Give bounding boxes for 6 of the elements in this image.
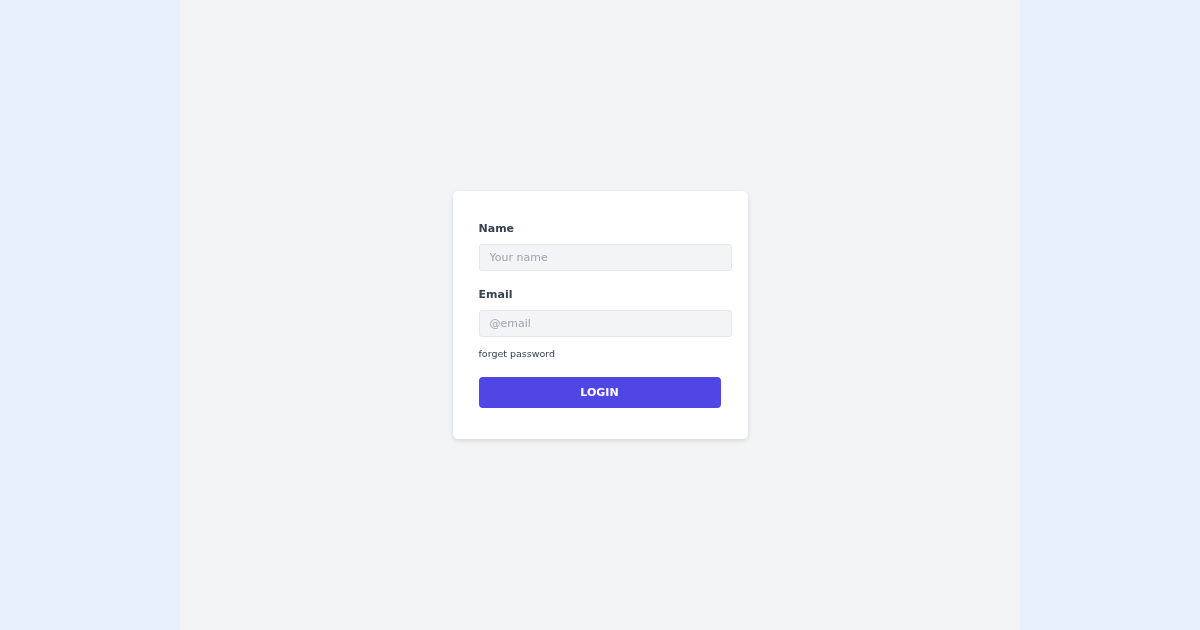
input-field[interactable]: @email [478, 309, 732, 337]
field-label: Email [478, 287, 513, 302]
forget-password-link[interactable]: forget password [478, 346, 556, 360]
field-label: Name [478, 221, 515, 236]
input-field[interactable]: Your name [478, 243, 732, 271]
login-button[interactable]: LOGIN [478, 376, 721, 408]
